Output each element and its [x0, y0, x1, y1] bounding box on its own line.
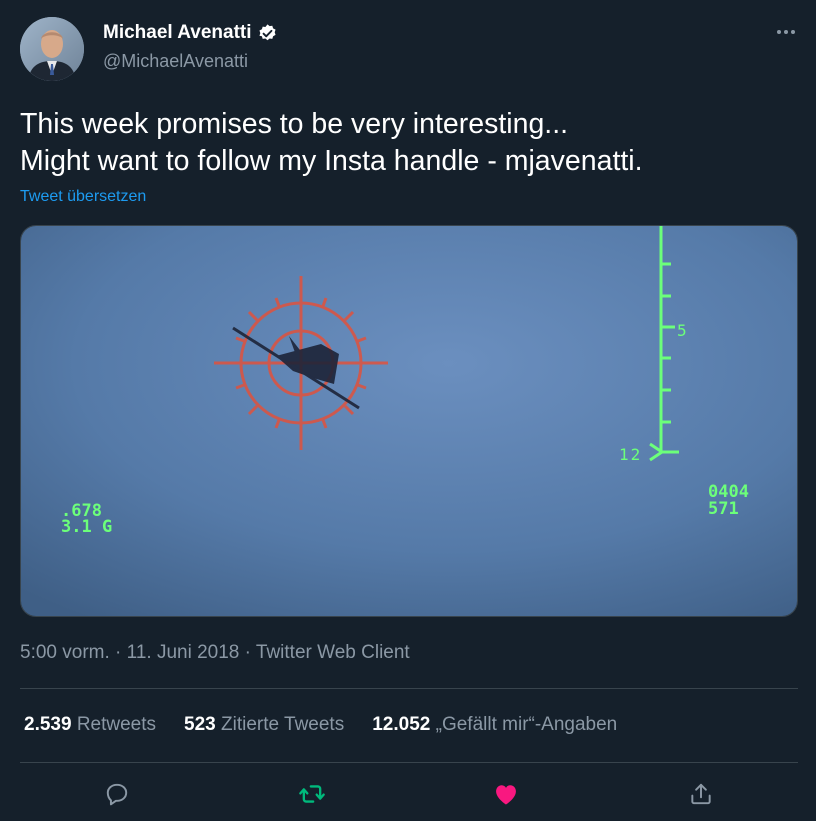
- divider: [20, 762, 798, 763]
- meta-separator: ·: [115, 642, 122, 663]
- tweet-date[interactable]: 11. Juni 2018: [127, 642, 240, 663]
- reply-icon: [104, 781, 130, 812]
- more-options-icon[interactable]: [774, 22, 798, 42]
- heart-icon: [492, 780, 520, 813]
- reply-button[interactable]: [99, 778, 135, 814]
- tweet-text-line-2: Might want to follow my Insta handle - m…: [20, 145, 643, 177]
- share-button[interactable]: [683, 778, 719, 814]
- author-handle[interactable]: @MichaelAvenatti: [103, 51, 248, 72]
- avatar[interactable]: [20, 17, 84, 81]
- retweets-stat[interactable]: 2.539 Retweets: [24, 714, 156, 736]
- tweet: Michael Avenatti @MichaelAvenatti This w…: [0, 0, 816, 821]
- likes-count: 12.052: [372, 714, 431, 735]
- tweet-client[interactable]: Twitter Web Client: [256, 642, 410, 663]
- divider: [20, 688, 798, 689]
- tweet-stats: 2.539 Retweets 523 Zitierte Tweets 12.05…: [24, 714, 645, 736]
- quotes-count: 523: [184, 714, 216, 735]
- tweet-time[interactable]: 5:00 vorm.: [20, 642, 110, 663]
- like-button[interactable]: [488, 778, 524, 814]
- retweets-label: Retweets: [76, 714, 157, 735]
- hud-scale-marker: 12: [619, 445, 642, 464]
- meta-separator: ·: [244, 642, 251, 663]
- hud-left-line-2: 3.1 G: [61, 517, 112, 537]
- retweet-icon: [298, 780, 326, 813]
- tweet-text-line-1: This week promises to be very interestin…: [20, 108, 569, 140]
- tweet-media-image[interactable]: 5 12 .678 3.1 G 0404 571: [20, 225, 798, 617]
- tweet-meta: 5:00 vorm. · 11. Juni 2018 · Twitter Web…: [20, 642, 410, 664]
- likes-stat[interactable]: 12.052 „Gefällt mir“-Angaben: [372, 714, 617, 736]
- likes-label: „Gefällt mir“-Angaben: [435, 714, 618, 735]
- tweet-text: This week promises to be very interestin…: [20, 106, 790, 180]
- share-icon: [688, 781, 714, 812]
- author-row: Michael Avenatti: [103, 22, 278, 44]
- hud-right-line-2: 571: [708, 499, 739, 519]
- retweets-count: 2.539: [24, 714, 72, 735]
- quotes-label: Zitierte Tweets: [221, 714, 345, 735]
- author-name[interactable]: Michael Avenatti: [103, 22, 252, 44]
- translate-tweet-link[interactable]: Tweet übersetzen: [20, 188, 146, 206]
- quotes-stat[interactable]: 523 Zitierte Tweets: [184, 714, 344, 736]
- retweet-button[interactable]: [294, 778, 330, 814]
- verified-badge-icon: [257, 23, 278, 44]
- hud-scale-label: 5: [677, 321, 687, 340]
- tweet-actions: [0, 778, 816, 814]
